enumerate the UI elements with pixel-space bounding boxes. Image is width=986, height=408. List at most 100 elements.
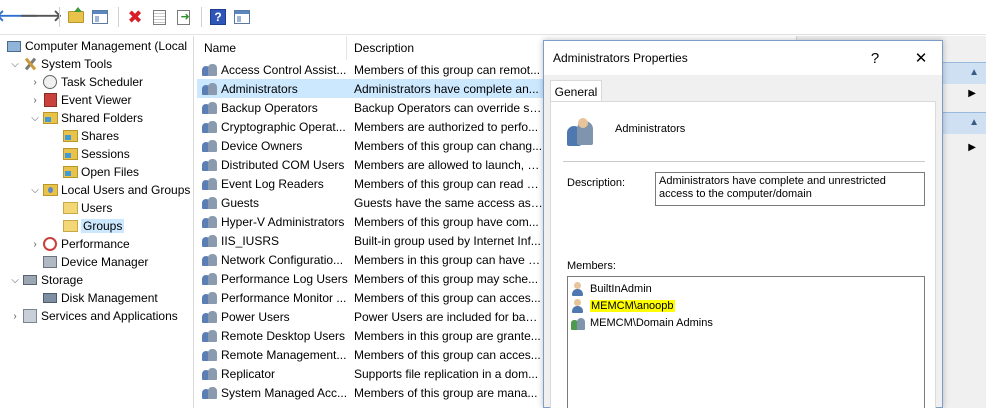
collapsed-chevron-icon[interactable]: › bbox=[8, 311, 22, 322]
table-row[interactable]: Performance Log Users Members of this gro… bbox=[197, 269, 543, 288]
member-item[interactable]: BuiltInAdmin bbox=[571, 280, 652, 297]
row-name: Guests bbox=[221, 195, 260, 210]
row-name: Replicator bbox=[221, 366, 276, 381]
more-actions-arrow-icon[interactable]: ▶ bbox=[968, 88, 976, 99]
member-item[interactable]: MEMCM\anoopb bbox=[571, 297, 675, 314]
description-field[interactable]: Administrators have complete and unrestr… bbox=[655, 172, 925, 206]
console-tree-icon bbox=[92, 10, 108, 24]
group-icon bbox=[202, 347, 218, 363]
row-description: Members are authorized to perfo... bbox=[354, 119, 539, 134]
table-row[interactable]: Cryptographic Operat... Members are autho… bbox=[197, 117, 543, 136]
clock-icon bbox=[43, 75, 57, 89]
up-one-level-button[interactable] bbox=[65, 6, 87, 28]
tree-node-storage[interactable]: ⌵ Storage bbox=[8, 271, 83, 289]
table-row[interactable]: Replicator Supports file replication in a… bbox=[197, 364, 543, 383]
table-row[interactable]: Remote Management... Members of this grou… bbox=[197, 345, 543, 364]
more-actions-arrow-icon[interactable]: ▶ bbox=[968, 142, 976, 153]
table-row[interactable]: IIS_IUSRS Built-in group used by Internet… bbox=[197, 231, 543, 250]
tree-node-event-viewer[interactable]: › Event Viewer bbox=[28, 91, 131, 109]
table-row[interactable]: System Managed Acc... Members of this gro… bbox=[197, 383, 543, 402]
tree-node-shared-folders[interactable]: ⌵ Shared Folders bbox=[28, 109, 143, 127]
toolbar: 🡐 🡒 ✖ ? bbox=[0, 0, 986, 35]
group-icon bbox=[202, 214, 218, 230]
row-name: Device Owners bbox=[221, 138, 303, 153]
collapsed-chevron-icon[interactable]: › bbox=[28, 95, 42, 106]
administrators-properties-dialog: Administrators Properties ? ✕ General Ad… bbox=[543, 40, 943, 408]
row-description: Members in this group are grante... bbox=[354, 328, 541, 343]
column-header-name[interactable]: Name bbox=[197, 36, 347, 60]
tree-node-system-tools[interactable]: ⌵ System Tools bbox=[8, 55, 112, 73]
toolbar-separator bbox=[118, 7, 119, 27]
table-row[interactable]: Distributed COM Users Members are allowed… bbox=[197, 155, 543, 174]
collapsed-chevron-icon[interactable]: › bbox=[28, 77, 42, 88]
tools-icon bbox=[23, 57, 37, 71]
properties-icon bbox=[152, 9, 166, 25]
delete-button[interactable]: ✖ bbox=[124, 6, 146, 28]
member-item[interactable]: MEMCM\Domain Admins bbox=[571, 314, 713, 331]
row-description: Members of this group can read e... bbox=[354, 176, 543, 191]
group-icon bbox=[202, 138, 218, 154]
description-label: Description: bbox=[567, 177, 626, 189]
group-icon bbox=[202, 366, 218, 382]
tree-node-task-scheduler[interactable]: › Task Scheduler bbox=[28, 73, 143, 91]
table-row[interactable]: Event Log Readers Members of this group c… bbox=[197, 174, 543, 193]
folder-icon bbox=[62, 220, 78, 232]
row-name: Remote Desktop Users bbox=[221, 328, 346, 343]
show-hide-action-pane-button[interactable] bbox=[231, 6, 253, 28]
table-row[interactable]: Guests Guests have the same access as m..… bbox=[197, 193, 543, 212]
expanded-chevron-icon[interactable]: ⌵ bbox=[28, 113, 42, 124]
forward-button[interactable]: 🡒 bbox=[20, 6, 63, 28]
row-name: Access Control Assist... bbox=[221, 62, 347, 77]
group-icon bbox=[202, 81, 218, 97]
table-row[interactable]: Remote Desktop Users Members in this grou… bbox=[197, 326, 543, 345]
expanded-chevron-icon[interactable]: ⌵ bbox=[28, 185, 42, 196]
row-description: Members of this group can remot... bbox=[354, 62, 541, 77]
tree-node-local-users-and-groups[interactable]: ⌵ Local Users and Groups bbox=[28, 181, 190, 199]
tree-node-performance[interactable]: › Performance bbox=[28, 235, 130, 253]
table-row[interactable]: Power Users Power Users are included for … bbox=[197, 307, 543, 326]
tree-node-open-files[interactable]: Open Files bbox=[62, 163, 139, 181]
row-name: Distributed COM Users bbox=[221, 157, 345, 172]
collapse-triangle-icon[interactable]: ▲ bbox=[969, 117, 979, 128]
tree-node-shares[interactable]: Shares bbox=[62, 127, 119, 145]
table-row[interactable]: Device Owners Members of this group can c… bbox=[197, 136, 543, 155]
disk-icon bbox=[43, 293, 57, 303]
export-list-button[interactable] bbox=[172, 6, 194, 28]
tab-general[interactable]: General bbox=[550, 80, 602, 102]
show-hide-console-tree-button[interactable] bbox=[89, 6, 111, 28]
table-row[interactable]: Access Control Assist... Members of this … bbox=[197, 60, 543, 79]
column-header-description[interactable]: Description bbox=[347, 36, 543, 60]
tree-node-sessions[interactable]: Sessions bbox=[62, 145, 130, 163]
action-pane-icon bbox=[234, 10, 250, 24]
expanded-chevron-icon[interactable]: ⌵ bbox=[8, 59, 22, 70]
table-row[interactable]: Hyper-V Administrators Members of this gr… bbox=[197, 212, 543, 231]
shared-folder-icon bbox=[42, 112, 58, 124]
row-name: Backup Operators bbox=[221, 100, 318, 115]
dialog-close-button[interactable]: ✕ bbox=[910, 47, 932, 69]
table-row[interactable]: Network Configuratio... Members in this g… bbox=[197, 250, 543, 269]
row-name: Event Log Readers bbox=[221, 176, 324, 191]
group-icon bbox=[202, 233, 218, 249]
general-tab-page: Administrators Description: Administrato… bbox=[550, 101, 936, 408]
row-name: Performance Monitor ... bbox=[221, 290, 347, 305]
computer-icon bbox=[7, 40, 21, 52]
table-row[interactable]: Administrators Administrators have comple… bbox=[197, 79, 543, 98]
tree-node-disk-management[interactable]: Disk Management bbox=[42, 289, 158, 307]
collapsed-chevron-icon[interactable]: › bbox=[28, 239, 42, 250]
help-button[interactable]: ? bbox=[207, 6, 229, 28]
tree-node-device-manager[interactable]: Device Manager bbox=[42, 253, 148, 271]
table-row[interactable]: Performance Monitor ... Members of this g… bbox=[197, 288, 543, 307]
expanded-chevron-icon[interactable]: ⌵ bbox=[8, 275, 22, 286]
tree-node-groups[interactable]: Groups bbox=[62, 217, 125, 235]
row-description: Members of this group can chang... bbox=[354, 138, 543, 153]
group-icon bbox=[202, 328, 218, 344]
dialog-help-button[interactable]: ? bbox=[864, 47, 886, 69]
collapse-triangle-icon[interactable]: ▲ bbox=[969, 67, 979, 78]
tree-node-services-and-applications[interactable]: › Services and Applications bbox=[8, 307, 178, 325]
tree-node-computer-management[interactable]: Computer Management (Local bbox=[6, 37, 187, 55]
export-icon bbox=[176, 9, 190, 25]
domain-group-icon bbox=[571, 316, 587, 330]
properties-button[interactable] bbox=[148, 6, 170, 28]
table-row[interactable]: Backup Operators Backup Operators can ove… bbox=[197, 98, 543, 117]
tree-node-users[interactable]: Users bbox=[62, 199, 112, 217]
